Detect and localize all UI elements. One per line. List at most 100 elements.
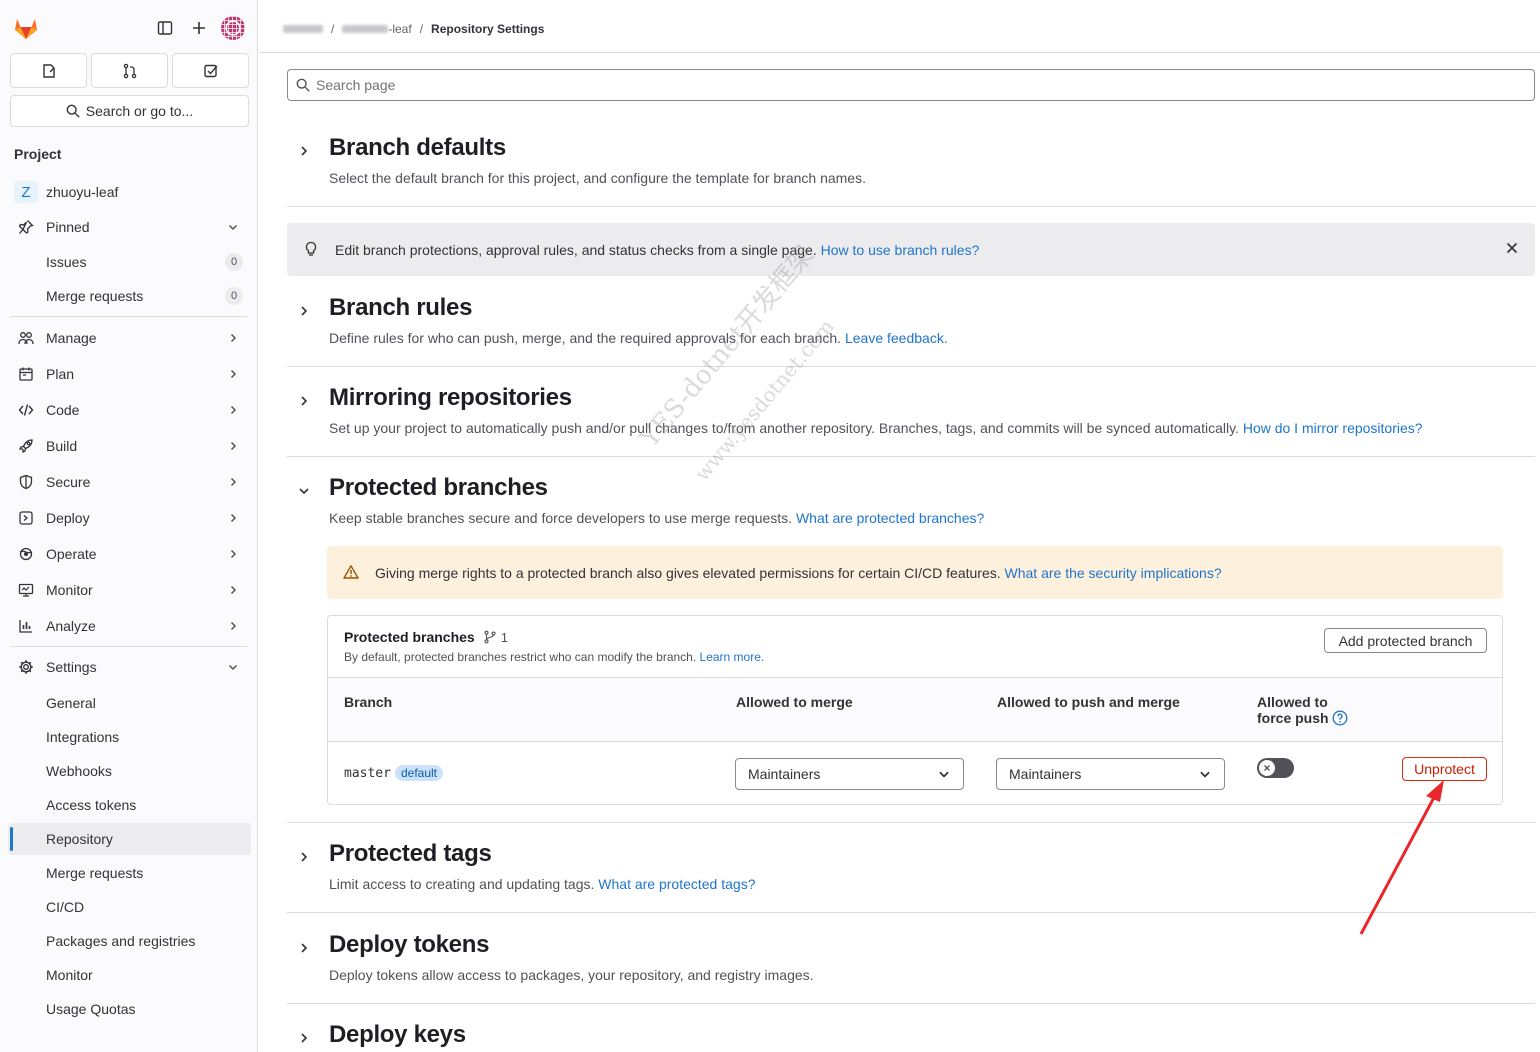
section-title[interactable]: Protected branches (329, 474, 548, 502)
issues-shortcut-button[interactable] (10, 53, 87, 88)
sidebar-item-label: Repository (46, 831, 113, 847)
sidebar: Search or go to... Project Z zhuoyu-leaf… (0, 0, 258, 1052)
branch-name[interactable]: master (344, 766, 391, 781)
gitlab-logo-icon[interactable] (12, 14, 40, 42)
sidebar-settings-item-packages-and-registries[interactable]: Packages and registries (8, 925, 251, 957)
section-divider (287, 1003, 1535, 1004)
sidebar-item-label: Access tokens (46, 797, 137, 813)
learn-more-link[interactable]: Learn more. (700, 650, 765, 664)
users-icon (18, 330, 34, 346)
leave-feedback-link[interactable]: Leave feedback. (845, 330, 948, 346)
avatar[interactable] (221, 16, 245, 40)
sidebar-item-plan[interactable]: Plan (8, 358, 251, 390)
sidebar-settings-item-merge-requests[interactable]: Merge requests (8, 857, 251, 889)
sidebar-item-issues[interactable]: Issues 0 (8, 246, 251, 278)
sidebar-item-monitor[interactable]: Monitor (8, 574, 251, 606)
chevron-down-icon (937, 767, 951, 781)
sidebar-settings-item-ci-cd[interactable]: CI/CD (8, 891, 251, 923)
sidebar-item-label: General (46, 695, 96, 711)
sidebar-item-manage[interactable]: Manage (8, 322, 251, 354)
allowed-to-push-dropdown[interactable]: Maintainers (996, 758, 1225, 790)
card-subtitle: By default, protected branches restrict … (344, 650, 765, 664)
breadcrumb: / -leaf / Repository Settings (283, 22, 544, 36)
help-icon[interactable] (1332, 710, 1348, 726)
search-page-input[interactable]: Search page (287, 69, 1535, 101)
breadcrumb-separator: / (331, 22, 335, 36)
protected-branches-help-link[interactable]: What are protected branches? (796, 510, 984, 526)
sidebar-item-merge-requests[interactable]: Merge requests 0 (8, 280, 251, 312)
protected-tags-help-link[interactable]: What are protected tags? (598, 876, 755, 892)
chevron-right-icon[interactable] (295, 142, 313, 160)
chevron-right-icon[interactable] (295, 848, 313, 866)
chart-icon (18, 618, 34, 634)
allowed-to-merge-dropdown[interactable]: Maintainers (735, 758, 964, 790)
section-description: Deploy tokens allow access to packages, … (329, 967, 814, 983)
chevron-down-icon (1198, 767, 1212, 781)
warning-icon (343, 564, 359, 580)
chevron-right-icon[interactable] (295, 392, 313, 410)
section-title[interactable]: Branch rules (329, 294, 472, 322)
sidebar-item-deploy[interactable]: Deploy (8, 502, 251, 534)
sidebar-settings-item-integrations[interactable]: Integrations (8, 721, 251, 753)
sidebar-settings-item-access-tokens[interactable]: Access tokens (8, 789, 251, 821)
breadcrumb-separator: / (419, 22, 424, 36)
global-search-button[interactable]: Search or go to... (10, 95, 249, 127)
branch-rules-help-link[interactable]: How to use branch rules? (821, 242, 980, 258)
merge-requests-shortcut-button[interactable] (91, 53, 168, 88)
sidebar-item-analyze[interactable]: Analyze (8, 610, 251, 642)
force-push-toggle[interactable] (1257, 758, 1294, 778)
chevron-right-icon[interactable] (295, 302, 313, 320)
branch-count: 1 (483, 630, 508, 645)
sidebar-item-label: CI/CD (46, 899, 85, 915)
section-description: Set up your project to automatically pus… (329, 420, 1423, 436)
breadcrumb-project[interactable]: -leaf (342, 22, 412, 36)
table-header: Branch Allowed to merge Allowed to push … (328, 678, 1502, 742)
protected-branches-card: Protected branches 1 By default, protect… (327, 615, 1503, 805)
sidebar-item-secure[interactable]: Secure (8, 466, 251, 498)
close-icon[interactable] (1505, 241, 1519, 255)
toggle-sidebar-icon[interactable] (153, 16, 177, 40)
sidebar-settings-item-usage-quotas[interactable]: Usage Quotas (8, 993, 251, 1025)
branch-icon (484, 630, 496, 644)
branch-rules-info-alert: Edit branch protections, approval rules,… (287, 223, 1535, 276)
chevron-right-icon[interactable] (295, 939, 313, 957)
breadcrumb-group-redacted[interactable] (283, 25, 323, 33)
section-title[interactable]: Protected tags (329, 840, 492, 868)
section-title[interactable]: Mirroring repositories (329, 384, 572, 412)
section-description: Limit access to creating and updating ta… (329, 876, 756, 892)
section-title[interactable]: Deploy keys (329, 1021, 466, 1049)
section-title[interactable]: Branch defaults (329, 134, 506, 162)
column-allowed-to-push: Allowed to push and merge (997, 694, 1180, 710)
section-description: Define rules for who can push, merge, an… (329, 330, 948, 346)
section-title[interactable]: Deploy tokens (329, 931, 489, 959)
chevron-right-icon (225, 330, 241, 346)
table-row: master default Maintainers Maintainers Un… (328, 742, 1502, 804)
mirror-help-link[interactable]: How do I mirror repositories? (1243, 420, 1423, 436)
sidebar-settings-item-repository[interactable]: Repository (8, 823, 251, 855)
security-implications-link[interactable]: What are the security implications? (1005, 565, 1222, 581)
sidebar-item-label: Monitor (46, 967, 93, 983)
chevron-down-icon[interactable] (295, 482, 313, 500)
sidebar-item-build[interactable]: Build (8, 430, 251, 462)
project-avatar: Z (14, 181, 38, 203)
breadcrumb-current[interactable]: Repository Settings (431, 22, 544, 36)
plus-icon[interactable] (187, 16, 211, 40)
sidebar-item-pinned[interactable]: Pinned (8, 211, 251, 243)
sidebar-item-label: Settings (46, 659, 97, 675)
sidebar-settings-item-general[interactable]: General (8, 687, 251, 719)
sidebar-item-label: Code (46, 402, 80, 418)
sidebar-item-label: Pinned (46, 219, 90, 235)
todo-shortcut-button[interactable] (172, 53, 249, 88)
sidebar-item-code[interactable]: Code (8, 394, 251, 426)
count-badge: 0 (225, 287, 243, 305)
count-badge: 0 (225, 253, 243, 271)
add-protected-branch-button[interactable]: Add protected branch (1324, 628, 1487, 653)
annotation-arrow-icon (1359, 780, 1444, 935)
sidebar-item-label: Manage (46, 330, 97, 346)
sidebar-settings-item-webhooks[interactable]: Webhooks (8, 755, 251, 787)
sidebar-item-project[interactable]: Z zhuoyu-leaf (8, 176, 251, 208)
sidebar-item-operate[interactable]: Operate (8, 538, 251, 570)
sidebar-settings-item-monitor[interactable]: Monitor (8, 959, 251, 991)
sidebar-item-settings[interactable]: Settings (8, 651, 251, 683)
chevron-right-icon[interactable] (295, 1029, 313, 1047)
